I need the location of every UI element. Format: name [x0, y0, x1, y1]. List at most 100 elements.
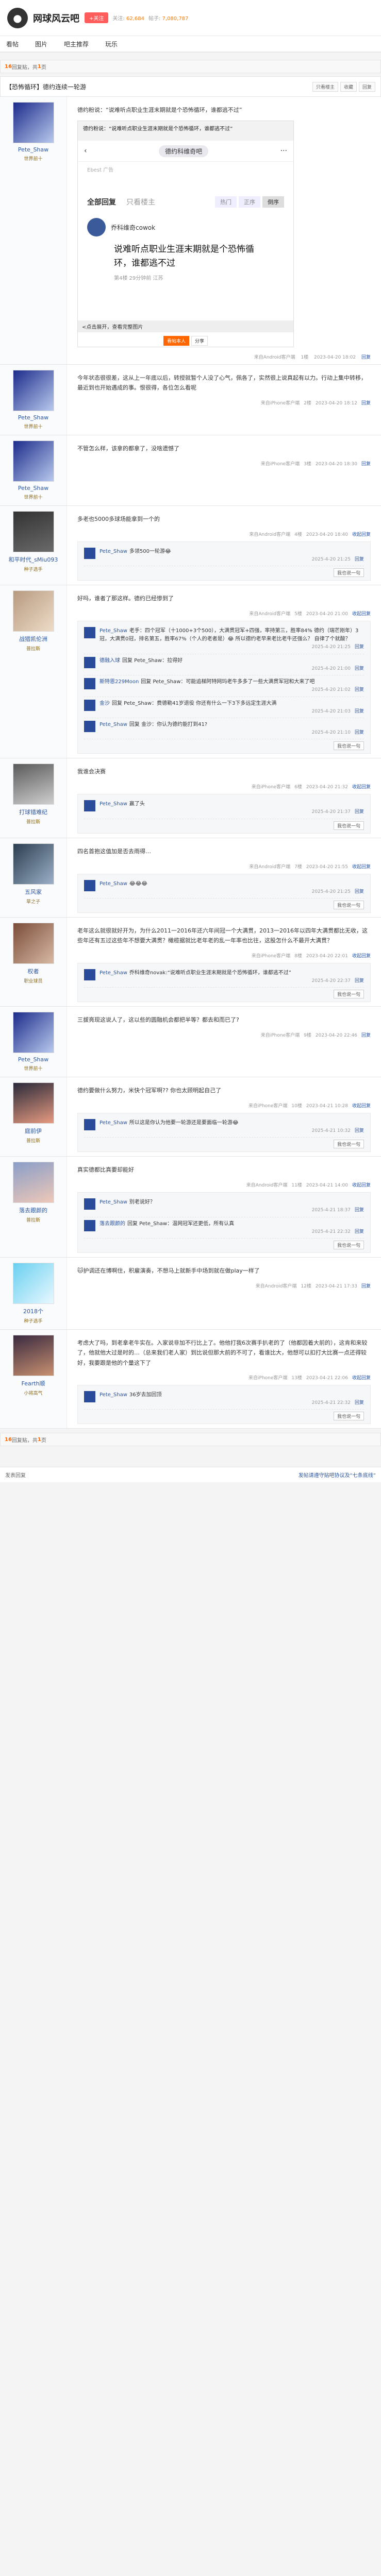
author-name[interactable]: 庭前伊	[7, 1127, 59, 1135]
reply-link[interactable]: 回复	[361, 401, 371, 406]
reply-link[interactable]: 回复	[361, 1033, 371, 1038]
comment-user[interactable]: Pete_Shaw	[100, 549, 127, 554]
avatar[interactable]	[12, 843, 54, 885]
nav-tab-fun[interactable]: 玩乐	[105, 40, 118, 48]
comment-reply-link[interactable]: 回复	[355, 730, 364, 735]
op-view-button[interactable]: 看帖本人	[163, 335, 189, 346]
favorite-button[interactable]: 收藏	[340, 81, 357, 92]
comment-avatar[interactable]	[84, 548, 95, 559]
avatar[interactable]	[12, 1012, 54, 1054]
avatar[interactable]	[12, 590, 54, 632]
author-name[interactable]: 战猎凯伦洲	[7, 635, 59, 643]
reply-link[interactable]: 收起回复	[352, 785, 371, 790]
author-name[interactable]: Pete_Shaw	[7, 1056, 59, 1063]
comment-reply-link[interactable]: 回复	[355, 557, 364, 562]
avatar[interactable]	[12, 102, 54, 143]
comment-user[interactable]: Pete_Shaw	[100, 1199, 127, 1205]
avatar[interactable]	[12, 923, 54, 964]
say-something-button[interactable]: 我也说一句	[333, 568, 364, 578]
say-something-button[interactable]: 我也说一句	[333, 1412, 364, 1421]
comment-user[interactable]: Pete_Shaw	[100, 970, 127, 976]
embedded-screenshot[interactable]: 德约粉说：“说难听点职业生涯末期就是个恐怖循环，谁都逃不过” ‹ 德约科维奇吧 …	[77, 121, 294, 347]
avatar[interactable]	[12, 1162, 54, 1204]
reply-link[interactable]: 收起回复	[352, 1376, 371, 1381]
comment-reply-link[interactable]: 回复	[355, 645, 364, 650]
reply-link[interactable]: 收起回复	[352, 1183, 371, 1188]
avatar[interactable]	[12, 1263, 54, 1304]
comment-reply-link[interactable]: 回复	[355, 1229, 364, 1234]
avatar[interactable]	[12, 370, 54, 411]
comment-reply-link[interactable]: 回复	[355, 889, 364, 894]
author-name[interactable]: 落去跟颜的	[7, 1206, 59, 1214]
comment-reply-link[interactable]: 回复	[355, 687, 364, 692]
reply-link[interactable]: 收起回复	[352, 612, 371, 617]
nav-tab-featured[interactable]: 吧主推荐	[64, 40, 89, 48]
author-name[interactable]: 和平时代_sMiu093	[7, 555, 59, 564]
nav-tab-images[interactable]: 图片	[35, 40, 47, 48]
reply-link[interactable]: 收起回复	[352, 1104, 371, 1109]
author-name[interactable]: 权者	[7, 967, 59, 975]
avatar[interactable]	[12, 1335, 54, 1377]
author-name[interactable]: Fearth顺	[7, 1379, 59, 1387]
comment-avatar[interactable]	[84, 627, 95, 639]
reply-link[interactable]: 回复	[361, 1284, 371, 1289]
comment-user[interactable]: Pete_Shaw	[100, 1392, 127, 1398]
comment-reply-link[interactable]: 回复	[355, 1128, 364, 1133]
comment-avatar[interactable]	[84, 699, 95, 711]
comment-user[interactable]: Pete_Shaw	[100, 881, 127, 887]
avatar[interactable]	[12, 440, 54, 482]
author-name[interactable]: Pete_Shaw	[7, 485, 59, 492]
comment-user[interactable]: 金沙	[100, 701, 110, 706]
rules-link[interactable]: 发帖请遵守贴吧协议及“七条底线”	[299, 1471, 376, 1479]
author-name[interactable]: 打球错难纪	[7, 808, 59, 816]
only-op-button[interactable]: 只看楼主	[312, 81, 338, 92]
say-something-button[interactable]: 我也说一句	[333, 821, 364, 830]
share-button[interactable]: 分享	[191, 335, 208, 346]
author-name[interactable]: Pete_Shaw	[7, 414, 59, 421]
comment-user[interactable]: Pete_Shaw	[100, 801, 127, 807]
nav-tab-posts[interactable]: 看帖	[6, 40, 19, 48]
say-something-button[interactable]: 我也说一句	[333, 1241, 364, 1250]
comment-user[interactable]: Pete_Shaw	[100, 628, 127, 634]
reply-link[interactable]: 收起回复	[352, 954, 371, 959]
comment-reply-link[interactable]: 回复	[355, 809, 364, 815]
comment-reply-link[interactable]: 回复	[355, 709, 364, 714]
say-something-button[interactable]: 我也说一句	[333, 741, 364, 751]
comment-user[interactable]: Pete_Shaw	[100, 722, 127, 727]
author-name[interactable]: 2018个	[7, 1307, 59, 1315]
reply-link[interactable]: 回复	[361, 355, 371, 360]
say-something-button[interactable]: 我也说一句	[333, 901, 364, 910]
avatar[interactable]	[12, 1082, 54, 1124]
comment-reply-link[interactable]: 回复	[355, 1208, 364, 1213]
comment-avatar[interactable]	[84, 720, 95, 732]
say-something-button[interactable]: 我也说一句	[333, 1140, 364, 1149]
say-something-button[interactable]: 我也说一句	[333, 990, 364, 999]
post-reply-link[interactable]: 发表回复	[5, 1471, 26, 1479]
comment-avatar[interactable]	[84, 1391, 95, 1402]
reply-button[interactable]: 回复	[358, 81, 375, 92]
comment-avatar[interactable]	[84, 1198, 95, 1210]
author-name[interactable]: 五风家	[7, 888, 59, 896]
comment-user[interactable]: 落去跟颜的	[100, 1221, 125, 1227]
comment-user[interactable]: 德融入球	[100, 658, 120, 664]
comment-reply-link[interactable]: 回复	[355, 978, 364, 984]
comment-avatar[interactable]	[84, 656, 95, 668]
avatar[interactable]	[12, 511, 54, 552]
follow-button[interactable]: +关注	[85, 12, 109, 23]
author-name[interactable]: Pete_Shaw	[7, 146, 59, 153]
reply-link[interactable]: 收起回复	[352, 532, 371, 537]
comment-reply-link[interactable]: 回复	[355, 1400, 364, 1405]
avatar[interactable]	[12, 764, 54, 805]
comment-user[interactable]: 斯特恩229Moon	[100, 679, 139, 685]
comment-avatar[interactable]	[84, 1119, 95, 1131]
reply-link[interactable]: 回复	[361, 462, 371, 467]
comment-reply-link[interactable]: 回复	[355, 666, 364, 671]
comment-avatar[interactable]	[84, 879, 95, 891]
comment-avatar[interactable]	[84, 800, 95, 812]
comment-avatar[interactable]	[84, 1219, 95, 1231]
comment-avatar[interactable]	[84, 678, 95, 690]
comment-user[interactable]: Pete_Shaw	[100, 1120, 127, 1126]
forum-name[interactable]: 网球风云吧	[33, 11, 79, 25]
comment-avatar[interactable]	[84, 969, 95, 980]
reply-link[interactable]: 收起回复	[352, 865, 371, 870]
